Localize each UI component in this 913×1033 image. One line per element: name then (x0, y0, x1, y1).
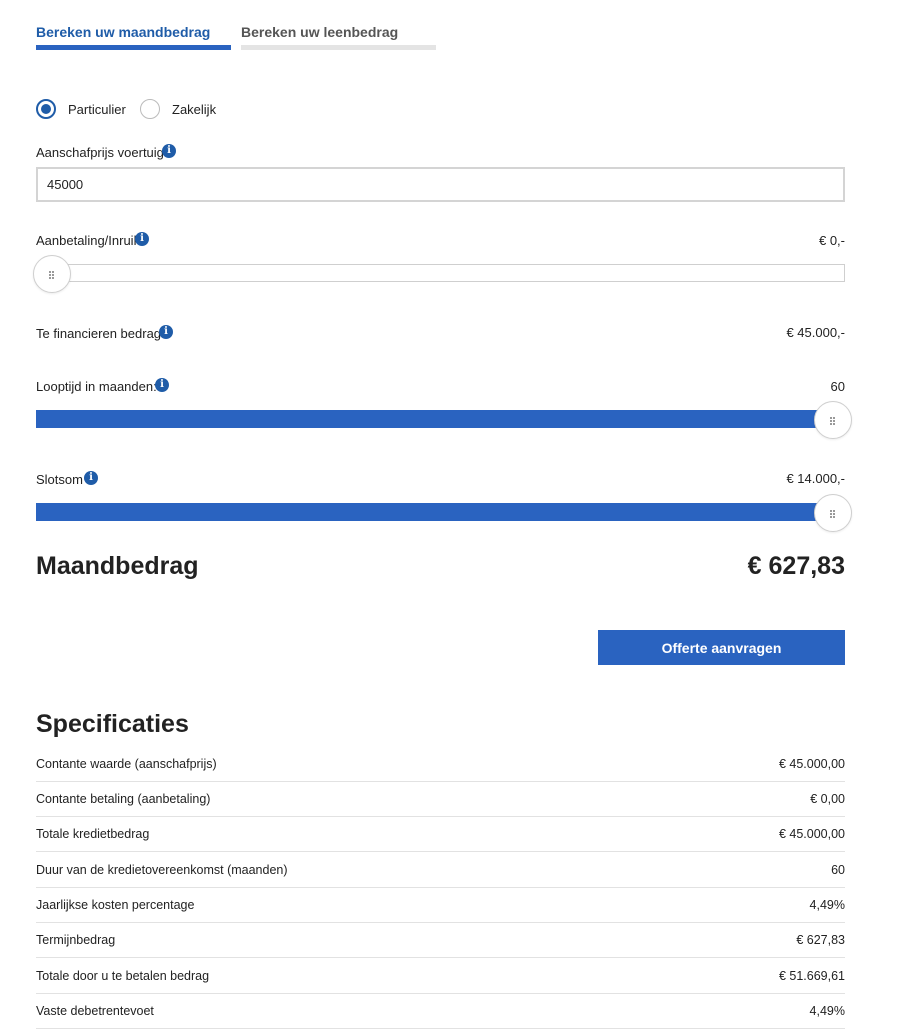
grip-icon (830, 417, 836, 425)
down-payment-value: € 0,- (818, 233, 845, 248)
spec-value: 4,49% (809, 898, 845, 912)
info-icon[interactable]: i (135, 232, 149, 246)
info-icon[interactable]: i (155, 378, 169, 392)
down-payment-slider-handle[interactable] (33, 255, 71, 293)
spec-label: Vaste debetrentevoet (36, 1004, 154, 1018)
table-row: Totale kredietbedrag € 45.000,00 (36, 817, 845, 852)
table-row: Vaste debetrentevoet 4,49% (36, 994, 845, 1029)
purchase-price-input[interactable] (36, 167, 845, 202)
table-row: Termijnbedrag € 627,83 (36, 923, 845, 958)
spec-value: € 627,83 (796, 933, 845, 947)
spec-label: Jaarlijkse kosten percentage (36, 898, 195, 912)
info-icon[interactable]: i (162, 144, 176, 158)
spec-label: Duur van de kredietovereenkomst (maanden… (36, 863, 288, 877)
radio-particulier[interactable] (36, 99, 56, 119)
spec-label: Contante waarde (aanschafprijs) (36, 757, 217, 771)
down-payment-slider-track[interactable] (36, 264, 845, 282)
final-payment-value: € 14.000,- (786, 471, 845, 486)
term-value: 60 (830, 379, 845, 394)
term-slider-track[interactable] (36, 410, 845, 428)
final-payment-label: Slotsom (36, 472, 83, 487)
purchase-price-label: Aanschafprijs voertuig (36, 145, 164, 160)
radio-zakelijk[interactable] (140, 99, 160, 119)
financed-amount-label: Te financieren bedrag (36, 326, 162, 341)
spec-value: 4,49% (809, 1004, 845, 1018)
info-icon[interactable]: i (159, 325, 173, 339)
monthly-amount-label: Maandbedrag (36, 552, 199, 580)
term-label: Looptijd in maanden: (36, 379, 157, 394)
tab-loan-amount[interactable]: Bereken uw leenbedrag (241, 24, 398, 40)
spec-value: € 0,00 (810, 792, 845, 806)
spec-label: Termijnbedrag (36, 933, 116, 947)
tab-active-indicator (36, 45, 231, 50)
radio-zakelijk-label[interactable]: Zakelijk (172, 102, 216, 117)
spec-value: € 51.669,61 (778, 969, 845, 983)
spec-value: € 45.000,00 (778, 757, 845, 771)
spec-label: Totale door u te betalen bedrag (36, 969, 210, 983)
spec-value: 60 (831, 863, 845, 877)
table-row: Totale door u te betalen bedrag € 51.669… (36, 959, 845, 994)
spec-label: Totale kredietbedrag (36, 827, 150, 841)
table-row: Jaarlijkse kosten percentage 4,49% (36, 888, 845, 923)
radio-particulier-label[interactable]: Particulier (68, 102, 126, 117)
financed-amount-value: € 45.000,- (786, 325, 845, 340)
tab-inactive-indicator (241, 45, 436, 50)
final-payment-slider-track[interactable] (36, 503, 845, 521)
final-payment-slider-handle[interactable] (814, 494, 852, 532)
spec-value: € 45.000,00 (778, 827, 845, 841)
spec-label: Contante betaling (aanbetaling) (36, 792, 211, 806)
tab-monthly-amount[interactable]: Bereken uw maandbedrag (36, 24, 210, 40)
down-payment-label: Aanbetaling/Inruil (36, 233, 137, 248)
specifications-title: Specificaties (36, 710, 189, 738)
grip-icon (830, 510, 836, 518)
term-slider-handle[interactable] (814, 401, 852, 439)
monthly-amount-value: € 627,83 (747, 552, 845, 580)
table-row: Contante waarde (aanschafprijs) € 45.000… (36, 747, 845, 782)
table-row: Duur van de kredietovereenkomst (maanden… (36, 853, 845, 888)
request-quote-button[interactable]: Offerte aanvragen (598, 630, 845, 665)
grip-icon (49, 271, 55, 279)
info-icon[interactable]: i (84, 471, 98, 485)
table-row: Contante betaling (aanbetaling) € 0,00 (36, 782, 845, 817)
